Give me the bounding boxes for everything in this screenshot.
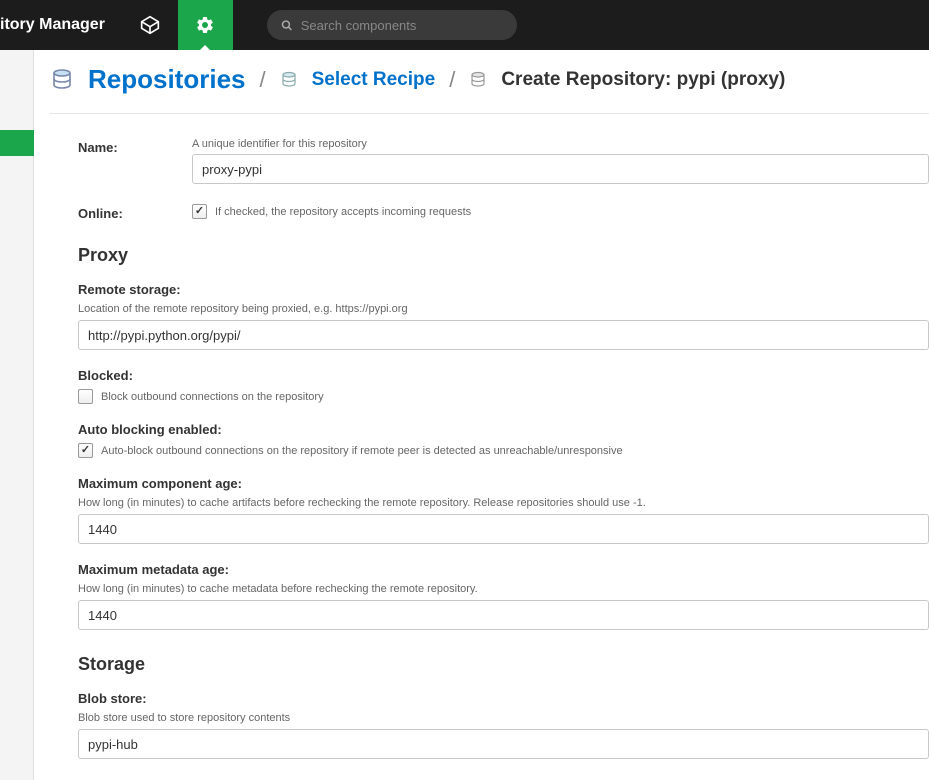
- name-label: Name:: [78, 138, 192, 184]
- online-label: Online:: [78, 204, 192, 221]
- left-sidebar: [0, 50, 34, 780]
- blob-store-input[interactable]: [78, 729, 929, 759]
- cube-icon: [140, 15, 160, 35]
- online-checkbox[interactable]: [192, 204, 207, 219]
- remote-storage-help: Location of the remote repository being …: [78, 303, 929, 315]
- search-box[interactable]: [267, 10, 517, 40]
- blob-store-label: Blob store:: [78, 691, 929, 706]
- breadcrumb-current: Create Repository: pypi (proxy): [501, 69, 785, 91]
- sidebar-active-indicator: [0, 130, 34, 156]
- form-panel: Name: A unique identifier for this repos…: [50, 113, 929, 759]
- blocked-label: Blocked:: [78, 368, 929, 383]
- database-icon: [280, 71, 298, 89]
- search-icon: [281, 19, 293, 32]
- blob-store-help: Blob store used to store repository cont…: [78, 712, 929, 724]
- header-bar: itory Manager: [0, 0, 929, 50]
- name-input[interactable]: [192, 154, 929, 184]
- breadcrumb-separator: /: [449, 67, 455, 93]
- blocked-checkbox[interactable]: [78, 389, 93, 404]
- breadcrumb: Repositories / Select Recipe / Create Re…: [34, 50, 929, 113]
- auto-blocking-help: Auto-block outbound connections on the r…: [101, 445, 623, 457]
- max-metadata-age-label: Maximum metadata age:: [78, 562, 929, 577]
- max-component-age-label: Maximum component age:: [78, 476, 929, 491]
- storage-heading: Storage: [78, 654, 929, 675]
- gear-icon: [195, 15, 215, 35]
- blocked-help: Block outbound connections on the reposi…: [101, 391, 324, 403]
- breadcrumb-repositories[interactable]: Repositories: [88, 64, 246, 95]
- auto-blocking-label: Auto blocking enabled:: [78, 422, 929, 437]
- database-icon: [469, 71, 487, 89]
- app-title: itory Manager: [0, 16, 123, 34]
- search-input[interactable]: [301, 18, 503, 33]
- max-component-age-help: How long (in minutes) to cache artifacts…: [78, 497, 929, 509]
- online-help: If checked, the repository accepts incom…: [215, 206, 471, 218]
- cube-button[interactable]: [123, 0, 178, 50]
- max-metadata-age-input[interactable]: [78, 600, 929, 630]
- auto-blocking-checkbox[interactable]: [78, 443, 93, 458]
- breadcrumb-select-recipe[interactable]: Select Recipe: [312, 69, 436, 91]
- settings-button[interactable]: [178, 0, 233, 50]
- max-component-age-input[interactable]: [78, 514, 929, 544]
- remote-storage-input[interactable]: [78, 320, 929, 350]
- remote-storage-label: Remote storage:: [78, 282, 929, 297]
- proxy-heading: Proxy: [78, 245, 929, 266]
- database-icon: [50, 68, 74, 92]
- max-metadata-age-help: How long (in minutes) to cache metadata …: [78, 583, 929, 595]
- breadcrumb-separator: /: [260, 67, 266, 93]
- name-help: A unique identifier for this repository: [192, 138, 929, 150]
